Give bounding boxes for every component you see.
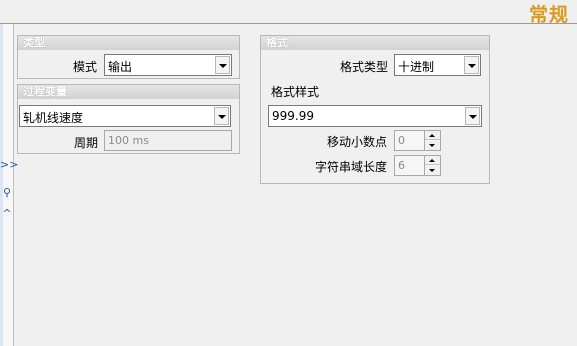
format-style-select[interactable]: 999.99 [268,105,482,127]
type-panel-title: 类型 [18,36,239,50]
format-panel: 格式 格式类型 十进制 格式样式 999.99 移动小数点 0 字符串域长度 6 [260,35,490,184]
spin-down-icon[interactable] [425,141,440,150]
spinner-buttons [424,156,440,175]
string-length-value: 6 [398,159,405,172]
format-style-label: 格式样式 [271,85,320,99]
page-title: 常规 [528,4,569,26]
process-panel-title: 过程变量 [18,85,239,99]
left-side-strip: >> ⚲ ^ [0,24,18,346]
chevron-down-icon[interactable] [464,56,479,74]
period-field: 100 ms [104,130,232,151]
chevron-down-icon[interactable] [465,107,480,125]
spin-up-icon[interactable] [425,156,440,165]
type-panel: 类型 模式 输出 [17,35,240,79]
chevron-down-icon[interactable] [214,107,229,125]
header-bar [0,0,577,24]
strip-edge [0,24,3,346]
decimal-shift-label: 移动小数点 [327,135,388,149]
mode-label: 模式 [73,60,98,74]
format-type-label: 格式类型 [340,60,389,74]
period-label: 周期 [74,136,99,150]
spin-up-icon[interactable] [425,131,440,140]
format-style-value: 999.99 [272,109,314,123]
string-length-spinner[interactable]: 6 [394,155,441,176]
process-variable-panel: 过程变量 轧机线速度 周期 100 ms [17,84,240,154]
search-icon[interactable]: ⚲ [0,186,14,199]
spinner-buttons [424,131,440,150]
decimal-shift-value: 0 [398,134,405,147]
process-variable-select[interactable]: 轧机线速度 [19,105,231,127]
format-panel-title: 格式 [261,36,489,50]
collapse-icon[interactable]: ^ [0,207,14,220]
mode-select[interactable]: 输出 [104,54,232,76]
decimal-shift-spinner[interactable]: 0 [394,130,441,151]
mode-select-value: 输出 [108,60,133,74]
expand-icon[interactable]: >> [0,158,18,171]
process-variable-value: 轧机线速度 [23,111,84,125]
period-value: 100 ms [108,134,149,147]
format-type-select[interactable]: 十进制 [394,54,481,76]
chevron-down-icon[interactable] [215,56,230,74]
format-type-value: 十进制 [398,60,435,74]
spin-down-icon[interactable] [425,166,440,175]
string-length-label: 字符串域长度 [315,160,388,174]
